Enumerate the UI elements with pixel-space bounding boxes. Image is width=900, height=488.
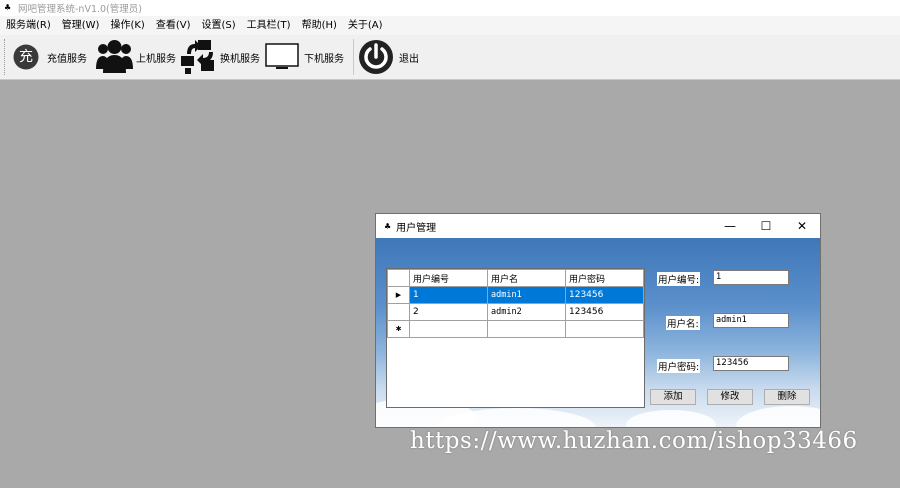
table-row[interactable]: 2 admin2 123456 [387,303,644,321]
monitor-icon [265,43,299,71]
app-icon: ♣ [4,3,12,12]
new-row-indicator-icon[interactable]: ✱ [387,320,410,338]
logout-label: 下机服务 [304,53,344,65]
grid-header-row: 用户编号 用户名 用户密码 [387,269,644,287]
table-cell[interactable]: admin1 [487,286,566,304]
current-row-indicator-icon[interactable]: ▶ [387,286,410,304]
switch-button[interactable]: 换机服务 [179,37,265,77]
password-field[interactable]: 123456 [713,356,789,371]
menu-operate[interactable]: 操作(K) [104,16,149,35]
user-id-field[interactable]: 1 [713,270,789,285]
menu-manage[interactable]: 管理(W) [56,16,105,35]
menu-view[interactable]: 查看(V) [150,16,196,35]
column-header-password[interactable]: 用户密码 [565,269,644,287]
exit-label: 退出 [399,53,419,65]
menu-toolbar[interactable]: 工具栏(T) [241,16,296,35]
column-header-user-id[interactable]: 用户编号 [409,269,488,287]
switch-label: 换机服务 [220,53,260,65]
table-cell[interactable]: 2 [409,303,488,321]
power-icon [358,39,394,75]
recharge-button[interactable]: 充 充值服务 [13,37,96,77]
column-header-username[interactable]: 用户名 [487,269,566,287]
delete-button[interactable]: 删除 [764,389,810,405]
username-field[interactable]: admin1 [713,313,789,328]
window-icon: ♣ [384,221,392,231]
app-title: 网吧管理系统-nV1.0(管理员) [18,4,142,15]
login-label: 上机服务 [136,53,176,65]
recharge-label: 充值服务 [47,53,87,65]
users-icon [96,39,133,75]
toolbar-separator [353,39,354,75]
table-cell[interactable] [409,320,488,338]
logout-button[interactable]: 下机服务 [265,37,349,77]
menu-bar: 服务端(R) 管理(W) 操作(K) 查看(V) 设置(S) 工具栏(T) 帮助… [0,16,900,35]
table-cell[interactable] [487,320,566,338]
app-titlebar: ♣ 网吧管理系统-nV1.0(管理员) [0,0,900,16]
login-button[interactable]: 上机服务 [96,37,179,77]
menu-help[interactable]: 帮助(H) [296,16,342,35]
table-cell[interactable]: 1 [409,286,488,304]
maximize-icon[interactable]: ☐ [748,214,784,238]
cloud-decoration [736,406,820,427]
row-header[interactable] [387,303,410,321]
close-icon[interactable]: ✕ [784,214,820,238]
toolbar: 充 充值服务 上机服务 换机服务 下机服务 退出 [0,35,900,80]
switch-icon [179,38,217,76]
recharge-icon: 充 [13,44,39,70]
table-cell[interactable]: admin2 [487,303,566,321]
username-label: 用户名: [666,316,700,330]
new-row[interactable]: ✱ [387,320,644,338]
table-row[interactable]: ▶ 1 admin1 123456 [387,286,644,304]
watermark-text: https://www.huzhan.com/ishop33466 [410,428,858,454]
menu-server[interactable]: 服务端(R) [0,16,56,35]
password-label: 用户密码: [657,359,701,373]
window-titlebar[interactable]: ♣ 用户管理 — ☐ ✕ [376,214,820,238]
recharge-glyph: 充 [19,49,33,65]
window-title: 用户管理 [396,222,437,234]
add-button[interactable]: 添加 [650,389,696,405]
menu-about[interactable]: 关于(A) [342,16,388,35]
grid-corner-cell[interactable] [387,269,410,287]
cloud-decoration [626,410,716,427]
window-background: 用户编号 用户名 用户密码 ▶ 1 admin1 123456 2 admin2… [376,238,820,427]
toolbar-grip[interactable] [4,39,7,75]
table-cell[interactable]: 123456 [565,286,644,304]
user-management-window: ♣ 用户管理 — ☐ ✕ 用户编号 用户名 用户密码 ▶ 1 admin1 12… [375,213,821,428]
exit-button[interactable]: 退出 [358,37,420,77]
edit-button[interactable]: 修改 [707,389,753,405]
window-controls: — ☐ ✕ [712,214,820,238]
minimize-icon[interactable]: — [712,214,748,238]
user-data-grid[interactable]: 用户编号 用户名 用户密码 ▶ 1 admin1 123456 2 admin2… [386,268,645,408]
table-cell[interactable]: 123456 [565,303,644,321]
user-id-label: 用户编号: [657,272,701,286]
menu-settings[interactable]: 设置(S) [196,16,241,35]
table-cell[interactable] [565,320,644,338]
